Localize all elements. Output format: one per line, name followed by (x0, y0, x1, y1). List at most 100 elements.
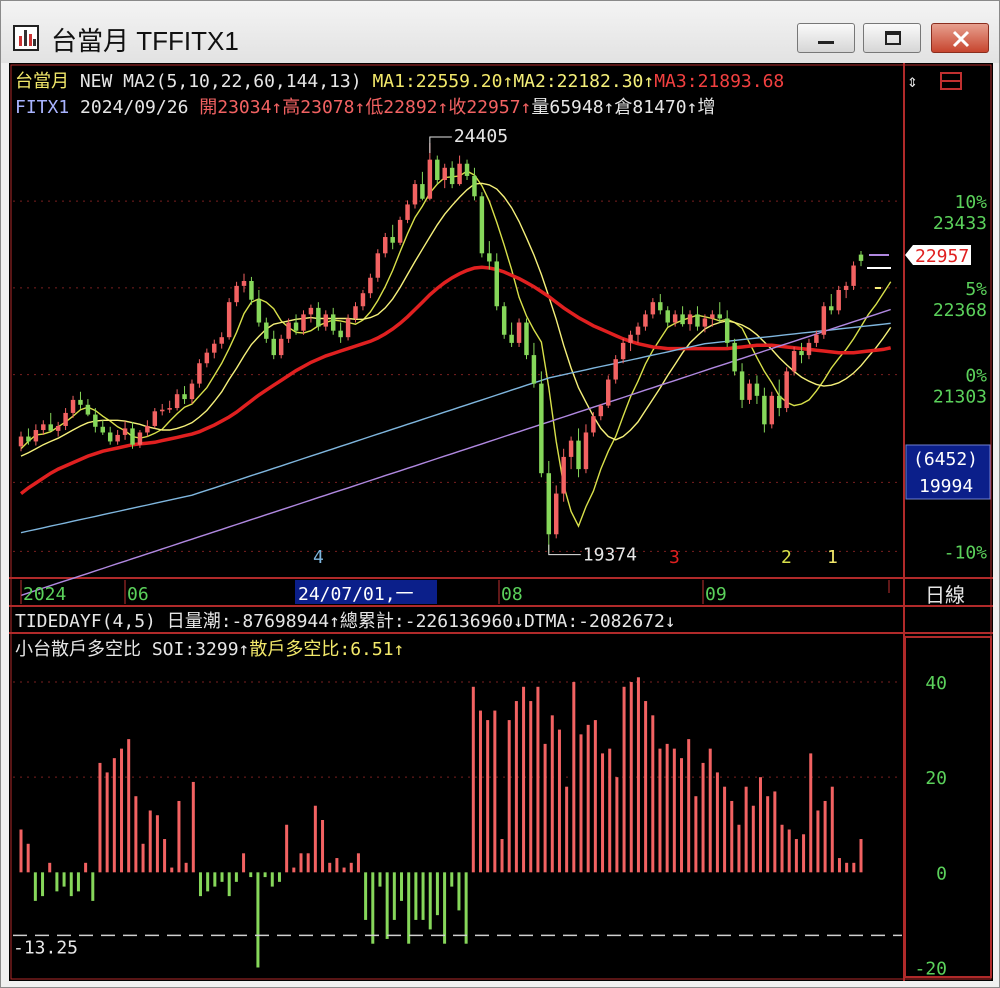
soi-bar[interactable] (701, 762, 705, 873)
soi-bar[interactable] (680, 758, 684, 873)
soi-bar[interactable] (213, 872, 217, 887)
candle-body[interactable] (561, 456, 566, 494)
soi-bar[interactable] (830, 786, 834, 873)
candle-body[interactable] (241, 280, 247, 286)
candle-body[interactable] (226, 302, 232, 338)
soi-bar[interactable] (400, 872, 404, 901)
soi-bar[interactable] (586, 724, 590, 873)
soi-bar[interactable] (658, 748, 662, 873)
soi-bar[interactable] (378, 872, 382, 887)
candle-body[interactable] (293, 322, 299, 331)
candle-body[interactable] (665, 310, 670, 323)
candle-body[interactable] (754, 383, 760, 396)
candle-body[interactable] (137, 432, 143, 445)
soi-bar[interactable] (651, 715, 655, 873)
candle-body[interactable] (531, 355, 537, 384)
soi-bar[interactable] (41, 872, 45, 897)
soi-bar[interactable] (198, 872, 202, 897)
candle-body[interactable] (487, 253, 492, 262)
candle-body[interactable] (799, 351, 804, 356)
candle-body[interactable] (323, 314, 329, 327)
minimize-button[interactable] (797, 23, 855, 53)
candle-body[interactable] (769, 395, 775, 425)
candle-body[interactable] (472, 175, 477, 197)
soi-bar[interactable] (33, 872, 37, 901)
soi-bar[interactable] (766, 796, 770, 873)
soi-bar[interactable] (220, 872, 224, 882)
candle-body[interactable] (568, 440, 574, 457)
soi-bar[interactable] (285, 824, 289, 873)
candle-body[interactable] (145, 425, 150, 433)
title-bar[interactable]: 台當月 TFFITX1 (1, 1, 999, 63)
close-button[interactable] (931, 23, 989, 53)
candle-body[interactable] (107, 432, 113, 442)
candle-body[interactable] (442, 167, 447, 181)
soi-bar[interactable] (249, 872, 253, 878)
soi-bar[interactable] (155, 815, 159, 873)
candle-body[interactable] (546, 473, 552, 535)
candle-body[interactable] (130, 428, 135, 445)
soi-bar[interactable] (471, 686, 475, 873)
candle-body[interactable] (115, 434, 120, 442)
candle-body[interactable] (301, 314, 306, 331)
candle-body[interactable] (420, 184, 425, 199)
candle-body[interactable] (814, 334, 819, 343)
soi-bar[interactable] (794, 839, 798, 873)
candle-body[interactable] (747, 383, 752, 400)
soi-bar[interactable] (507, 720, 511, 873)
candle-body[interactable] (160, 409, 165, 412)
candle-body[interactable] (278, 338, 284, 356)
candle-body[interactable] (620, 342, 626, 360)
candle-body[interactable] (63, 412, 68, 426)
candle-body[interactable] (249, 280, 254, 300)
soi-bar[interactable] (328, 862, 332, 873)
soi-bar[interactable] (787, 829, 791, 873)
soi-bar[interactable] (780, 824, 784, 873)
candle-body[interactable] (93, 414, 98, 427)
candle-body[interactable] (330, 314, 336, 331)
candle-body[interactable] (591, 416, 596, 433)
soi-bar[interactable] (715, 772, 719, 873)
soi-bars[interactable]: -13.25 (13, 677, 902, 968)
soi-bar[interactable] (263, 872, 267, 878)
candle-body[interactable] (308, 307, 314, 315)
soi-bar[interactable] (206, 872, 210, 892)
candle-body[interactable] (100, 426, 105, 433)
soi-bar[interactable] (665, 743, 669, 873)
candle-body[interactable] (48, 424, 53, 431)
candle-body[interactable] (739, 371, 745, 400)
candle-body[interactable] (345, 318, 351, 338)
candle-body[interactable] (784, 371, 789, 409)
soi-bar[interactable] (177, 800, 181, 873)
candle-body[interactable] (516, 322, 522, 343)
soi-bar[interactable] (723, 786, 727, 873)
chart-canvas[interactable]: -13.25 台當月 NEW MA2(5,10,22,60,144,13) MA… (9, 63, 993, 981)
soi-bar[interactable] (629, 682, 633, 873)
soi-bar[interactable] (234, 872, 238, 882)
candle-body[interactable] (553, 493, 559, 535)
candle-body[interactable] (256, 299, 262, 323)
candle-body[interactable] (732, 342, 737, 372)
soi-bar[interactable] (486, 720, 490, 873)
soi-bar[interactable] (687, 739, 691, 873)
candle-body[interactable] (643, 314, 648, 327)
candle-body[interactable] (710, 314, 715, 319)
soi-bar[interactable] (98, 762, 102, 873)
candle-body[interactable] (375, 253, 381, 278)
candle-body[interactable] (182, 394, 187, 400)
candle-body[interactable] (189, 383, 195, 400)
candle-body[interactable] (219, 337, 224, 344)
candlesticks[interactable] (18, 142, 864, 553)
candle-body[interactable] (650, 302, 656, 315)
period-label[interactable]: 日線 (925, 583, 965, 607)
soi-bar[interactable] (543, 743, 547, 873)
soi-bar[interactable] (809, 753, 813, 873)
candle-body[interactable] (829, 306, 834, 311)
candle-body[interactable] (777, 395, 782, 409)
soi-bar[interactable] (127, 739, 131, 873)
soi-bar[interactable] (758, 777, 762, 873)
soi-bar[interactable] (112, 758, 116, 873)
soi-bar[interactable] (335, 858, 339, 873)
soi-bar[interactable] (593, 720, 597, 873)
candle-body[interactable] (494, 261, 499, 307)
